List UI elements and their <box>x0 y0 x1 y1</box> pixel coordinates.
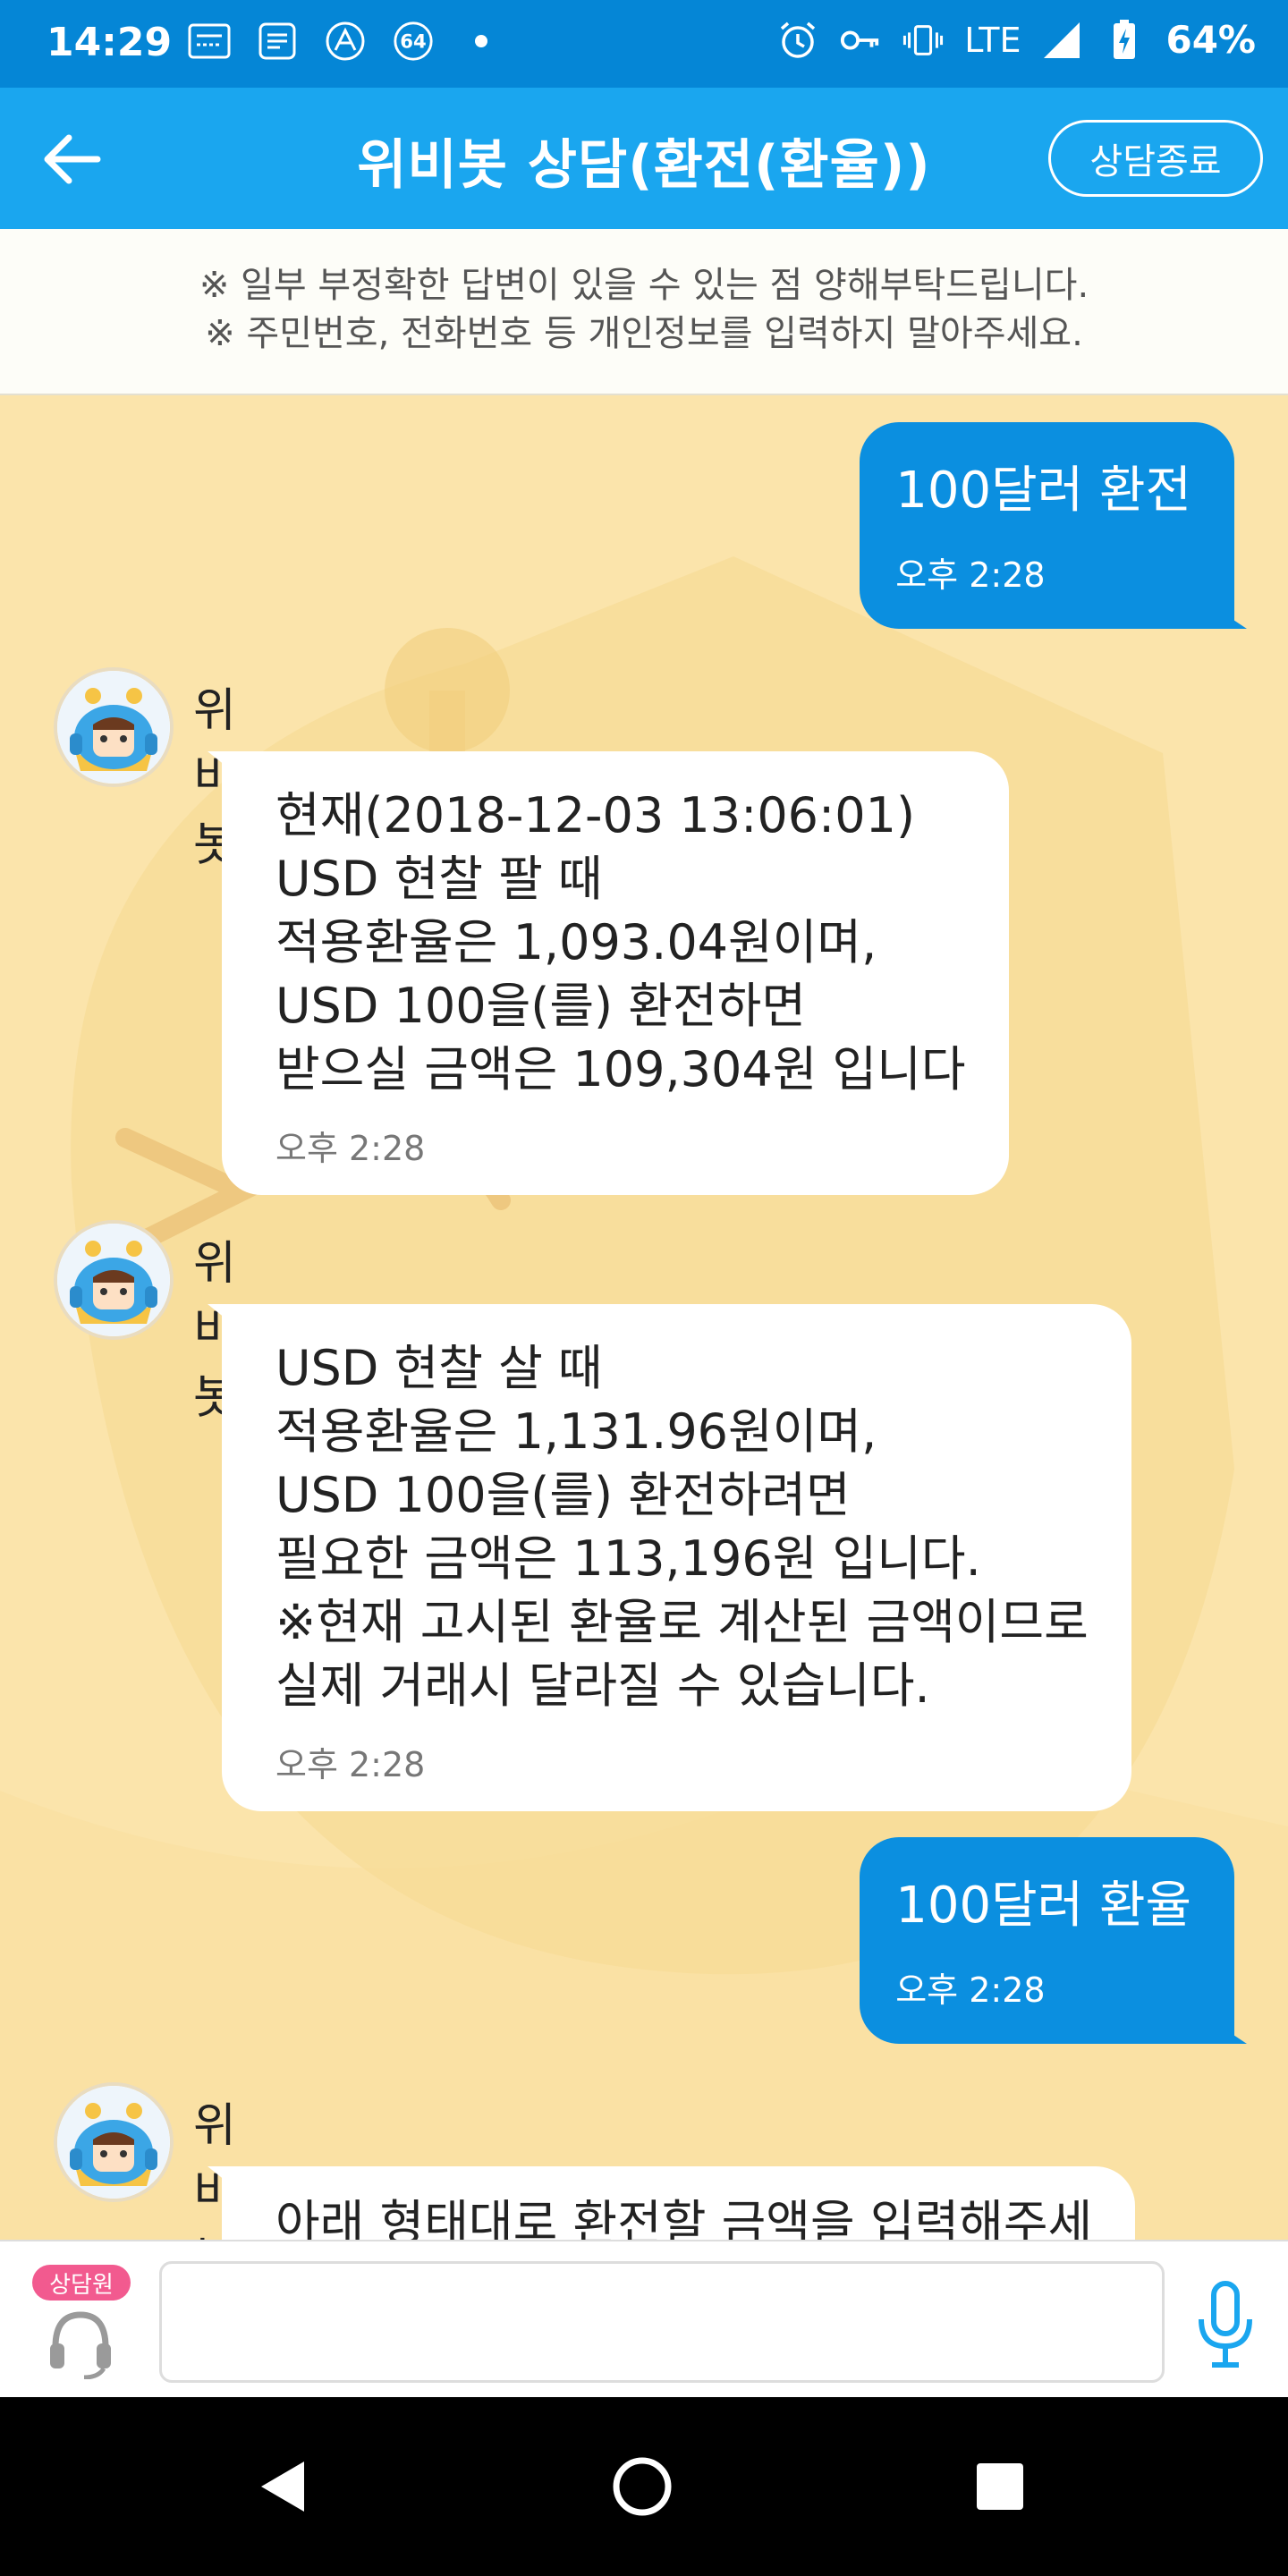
bot-avatar[interactable] <box>54 667 174 787</box>
chat-input-bar: 상담원 <box>0 2240 1288 2397</box>
triangle-back-icon <box>261 2462 304 2512</box>
bot-bubble[interactable]: USD 현찰 살 때 적용환율은 1,131.96원이며, USD 100을(를… <box>208 1304 1131 1811</box>
message-line: 적용환율은 1,131.96원이며, <box>275 1403 877 1460</box>
connect-agent-button[interactable]: 상담원 <box>25 2265 150 2381</box>
message-line: 실제 거래시 달라질 수 있습니다. <box>275 1657 930 1714</box>
signal-icon <box>1040 19 1083 62</box>
message-line: 받으실 금액은 109,304원 입니다 <box>275 1041 966 1097</box>
message-line: ※현재 고시된 환율로 계산된 금액이므로 <box>275 1594 1089 1650</box>
user-message[interactable]: 100달러 환율 오후 2:28 <box>860 1837 1247 2044</box>
badge-number-icon: 64 <box>392 20 435 63</box>
nav-recents-button[interactable] <box>964 2451 1036 2522</box>
message-line: 적용환율은 1,093.04원이며, <box>275 914 877 970</box>
user-message[interactable]: 100달러 환전 오후 2:28 <box>860 422 1247 629</box>
message-time: 오후 2:28 <box>275 1129 426 1168</box>
message-text: 100달러 환율 <box>895 1877 1191 1935</box>
message-line: 필요한 금액은 113,196원 입니다. <box>275 1530 981 1587</box>
robot-mascot-icon <box>57 2086 170 2199</box>
message-line: USD 현찰 팔 때 <box>275 851 603 907</box>
message-time: 오후 2:28 <box>275 1745 426 1784</box>
network-type: LTE <box>964 20 1021 60</box>
alarm-icon <box>776 19 819 62</box>
message-line: USD 100을(를) 환전하면 <box>275 978 806 1034</box>
app-logo-icon <box>324 20 367 63</box>
more-dot-icon <box>460 20 503 63</box>
privacy-notice: ※ 일부 부정확한 답변이 있을 수 있는 점 양해부탁드립니다. ※ 주민번호… <box>0 229 1288 395</box>
key-icon <box>839 19 882 62</box>
bot-bubble[interactable]: 현재(2018-12-03 13:06:01) USD 현찰 팔 때 적용환율은… <box>208 751 1009 1195</box>
square-recents-icon <box>977 2463 1023 2510</box>
circle-home-icon <box>613 2457 672 2516</box>
bot-avatar[interactable] <box>54 2082 174 2202</box>
robot-mascot-icon <box>57 1224 170 1336</box>
battery-charging-icon <box>1103 19 1146 62</box>
notice-line-2: ※ 주민번호, 전화번호 등 개인정보를 입력하지 말아주세요. <box>205 313 1083 354</box>
chat-area[interactable]: 100달러 환전 오후 2:28 위비봇 현재(2018-12-03 13:06… <box>0 395 1288 2240</box>
nav-home-button[interactable] <box>606 2451 678 2522</box>
clock-widget-icon <box>188 20 231 63</box>
status-bar: 14:29 64 LTE 64% <box>0 0 1288 88</box>
message-text: 100달러 환전 <box>895 462 1191 520</box>
message-line: 아래 형태대로 환전할 금액을 입력해주세 <box>275 2195 1093 2240</box>
message-time: 오후 2:28 <box>895 1970 1046 2010</box>
vibrate-icon <box>902 19 945 62</box>
status-time: 14:29 <box>47 20 173 65</box>
message-line: 현재(2018-12-03 13:06:01) <box>275 787 916 843</box>
bot-bubble[interactable]: 아래 형태대로 환전할 금액을 입력해주세 <box>208 2166 1136 2240</box>
agent-badge: 상담원 <box>32 2265 131 2301</box>
battery-percent: 64% <box>1165 18 1256 62</box>
svg-text:64: 64 <box>400 30 426 53</box>
notice-line-1: ※ 일부 부정확한 답변이 있을 수 있는 점 양해부탁드립니다. <box>199 265 1089 306</box>
headset-icon <box>50 2311 111 2379</box>
voice-input-button[interactable] <box>1181 2275 1270 2374</box>
notification-icons: 64 <box>188 20 503 63</box>
app-bar: 위비봇 상담(환전(환율)) 상담종료 <box>0 88 1288 229</box>
system-icons: LTE 64% <box>776 18 1256 62</box>
end-consultation-button[interactable]: 상담종료 <box>1048 120 1263 197</box>
robot-mascot-icon <box>57 671 170 784</box>
system-navigation-bar <box>0 2397 1288 2576</box>
message-input[interactable] <box>159 2261 1165 2383</box>
bot-avatar[interactable] <box>54 1220 174 1340</box>
message-line: USD 100을(를) 환전하려면 <box>275 1467 851 1523</box>
list-icon <box>256 20 299 63</box>
microphone-icon <box>1199 2281 1252 2368</box>
message-time: 오후 2:28 <box>895 555 1046 595</box>
message-line: USD 현찰 살 때 <box>275 1340 603 1396</box>
nav-back-button[interactable] <box>247 2451 318 2522</box>
